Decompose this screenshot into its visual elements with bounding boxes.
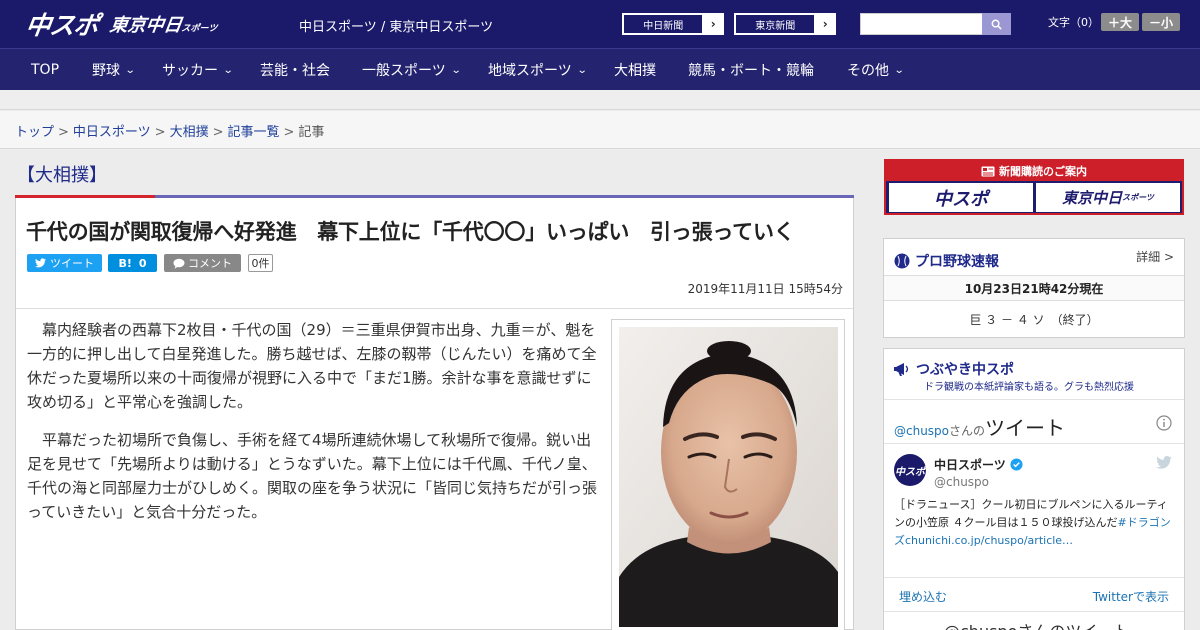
logo-tokyo-chunichi: 東京中日スポーツ xyxy=(108,15,218,36)
breadcrumb-top[interactable]: トップ xyxy=(15,125,54,140)
tweet-item[interactable]: 中スポ 中日スポーツ @chuspo ［ドラニュース］クール初日にブルペンに入る… xyxy=(884,443,1184,577)
nav-other[interactable]: その他 ⌄ xyxy=(847,49,905,91)
subscribe-tokyo-chunichi-button[interactable]: 東京中日 スポーツ xyxy=(1036,183,1180,212)
tweets-subtitle: ドラ観戦の本紙評論家も語る。グラも熱烈応援 xyxy=(924,382,1134,393)
twitter-widget-actions: 埋め込む Twitterで表示 xyxy=(884,577,1184,611)
main-nav: TOP 野球 ⌄ サッカー ⌄ 芸能・社会 一般スポーツ ⌄ 地域スポーツ ⌄ 大相撲 … xyxy=(0,48,1200,90)
wrestler-portrait-image xyxy=(619,327,838,627)
tokyo-shimbun-button[interactable]: 東京新聞 › xyxy=(734,13,836,35)
category-header: 【大相撲】 xyxy=(15,158,854,198)
speech-bubble-icon xyxy=(173,258,185,269)
twitter-account-link[interactable]: @chuspo xyxy=(894,424,949,438)
font-size-label: 文字（0） xyxy=(1048,16,1099,29)
twitter-widget-header: @chuspoさんのツイート xyxy=(884,399,1184,443)
comment-count-badge: 0件 xyxy=(248,254,273,272)
subscription-ad: 新聞購読のご案内 中スポ 東京中日 スポーツ xyxy=(884,159,1184,215)
subscription-ad-header[interactable]: 新聞購読のご案内 xyxy=(886,161,1182,181)
article-paragraph: 平幕だった初場所で負傷し、手術を経て4場所連続休場して秋場所で復帰。鋭い出足を見… xyxy=(27,431,598,521)
avatar[interactable]: 中スポ xyxy=(894,454,926,486)
twitter-footer-text[interactable]: @chuspoさんのツイート xyxy=(944,618,1129,630)
twitter-bird-icon[interactable] xyxy=(1156,456,1172,469)
search-input[interactable] xyxy=(860,13,983,35)
breadcrumb-current: 記事 xyxy=(298,125,325,140)
tweet-button[interactable]: ツイート xyxy=(27,254,102,272)
hatena-icon: B! xyxy=(118,256,132,270)
newspaper-icon xyxy=(981,166,995,176)
chevron-down-icon: ⌄ xyxy=(576,64,588,76)
megaphone-icon xyxy=(894,363,909,376)
comment-button[interactable]: コメント xyxy=(164,254,241,272)
site-logo[interactable]: 中スポ 東京中日スポーツ xyxy=(23,8,218,40)
logo-chuspo: 中スポ xyxy=(23,11,100,40)
nav-general-sports[interactable]: 一般スポーツ ⌄ xyxy=(362,49,462,91)
info-icon[interactable] xyxy=(1156,415,1172,431)
font-smaller-button[interactable]: －小 xyxy=(1142,13,1180,31)
font-bigger-button[interactable]: ＋大 xyxy=(1101,13,1139,31)
subscribe-chuspo-button[interactable]: 中スポ xyxy=(889,183,1033,212)
search-icon xyxy=(991,19,1002,30)
nav-soccer[interactable]: サッカー ⌄ xyxy=(162,49,234,91)
baseball-score-row[interactable]: 巨 ３ － ４ ソ （終了） xyxy=(884,301,1184,337)
breadcrumb-sumo[interactable]: 大相撲 xyxy=(170,125,209,140)
top-header: 中スポ 東京中日スポーツ 中日スポーツ / 東京中日スポーツ 中日新聞 › 東京… xyxy=(0,0,1200,48)
breadcrumb-list[interactable]: 記事一覧 xyxy=(228,125,280,140)
embed-link[interactable]: 埋め込む xyxy=(899,588,947,605)
chevron-down-icon: ⌄ xyxy=(893,64,905,76)
header-spacer xyxy=(0,90,1200,110)
article-photo[interactable] xyxy=(619,327,838,627)
chevron-right-icon: › xyxy=(710,17,716,31)
verified-badge-icon xyxy=(1010,458,1023,471)
chevron-down-icon: ⌄ xyxy=(222,64,234,76)
tweet-author-name[interactable]: 中日スポーツ xyxy=(934,456,1006,473)
twitter-widget-footer: @chuspoさんのツイート xyxy=(884,611,1184,630)
nav-baseball[interactable]: 野球 ⌄ xyxy=(92,49,136,91)
article-headline: 千代の国が関取復帰へ好発進 幕下上位に「千代〇〇」いっぱい 引っ張っていく xyxy=(26,220,795,244)
nav-local-sports[interactable]: 地域スポーツ ⌄ xyxy=(488,49,588,91)
category-title: 【大相撲】 xyxy=(17,165,107,186)
hatena-bookmark-button[interactable]: B! 0 xyxy=(108,254,157,272)
twitter-bird-icon xyxy=(35,258,46,268)
baseball-title: プロ野球速報 xyxy=(894,251,999,271)
tweets-title: つぶやき中スポ xyxy=(894,359,1014,379)
chevron-down-icon: ⌄ xyxy=(450,64,462,76)
nav-racing[interactable]: 競馬・ボート・競輪 xyxy=(688,49,814,91)
baseball-icon xyxy=(894,253,910,269)
breadcrumb: トップ > 中日スポーツ > 大相撲 > 記事一覧 > 記事 xyxy=(0,111,1200,149)
chunichi-shimbun-button[interactable]: 中日新聞 › xyxy=(622,13,724,35)
article-date: 2019年11月11日 15時54分 xyxy=(687,282,843,296)
baseball-detail-link[interactable]: 詳細 > xyxy=(1136,248,1174,265)
article-divider xyxy=(16,308,853,309)
search-button[interactable] xyxy=(982,13,1011,35)
article-body: 幕内経験者の西幕下2枚目・千代の国（29）＝三重県伊賀市出身、九重＝が、魁を一方… xyxy=(27,318,599,538)
site-title[interactable]: 中日スポーツ / 東京中日スポーツ xyxy=(299,16,493,35)
article-photo-frame xyxy=(611,319,845,630)
article-paragraph: 幕内経験者の西幕下2枚目・千代の国（29）＝三重県伊賀市出身、九重＝が、魁を一方… xyxy=(27,321,597,411)
tweet-author-handle[interactable]: @chuspo xyxy=(934,475,989,489)
view-on-twitter-link[interactable]: Twitterで表示 xyxy=(1093,588,1169,605)
chevron-right-icon: › xyxy=(822,17,828,31)
nav-top[interactable]: TOP xyxy=(31,49,59,91)
nav-entertainment[interactable]: 芸能・社会 xyxy=(260,49,330,91)
nav-sumo[interactable]: 大相撲 xyxy=(614,49,656,91)
baseball-scores-box: プロ野球速報 詳細 > 10月23日21時42分現在 巨 ３ － ４ ソ （終了… xyxy=(883,238,1185,338)
breadcrumb-chunichi[interactable]: 中日スポーツ xyxy=(73,125,151,140)
tweets-box: つぶやき中スポ ドラ観戦の本紙評論家も語る。グラも熱烈応援 @chuspoさんの… xyxy=(883,348,1185,630)
article-card: 千代の国が関取復帰へ好発進 幕下上位に「千代〇〇」いっぱい 引っ張っていく ツイ… xyxy=(15,198,854,630)
baseball-updated-time: 10月23日21時42分現在 xyxy=(884,275,1184,301)
chevron-down-icon: ⌄ xyxy=(124,64,136,76)
